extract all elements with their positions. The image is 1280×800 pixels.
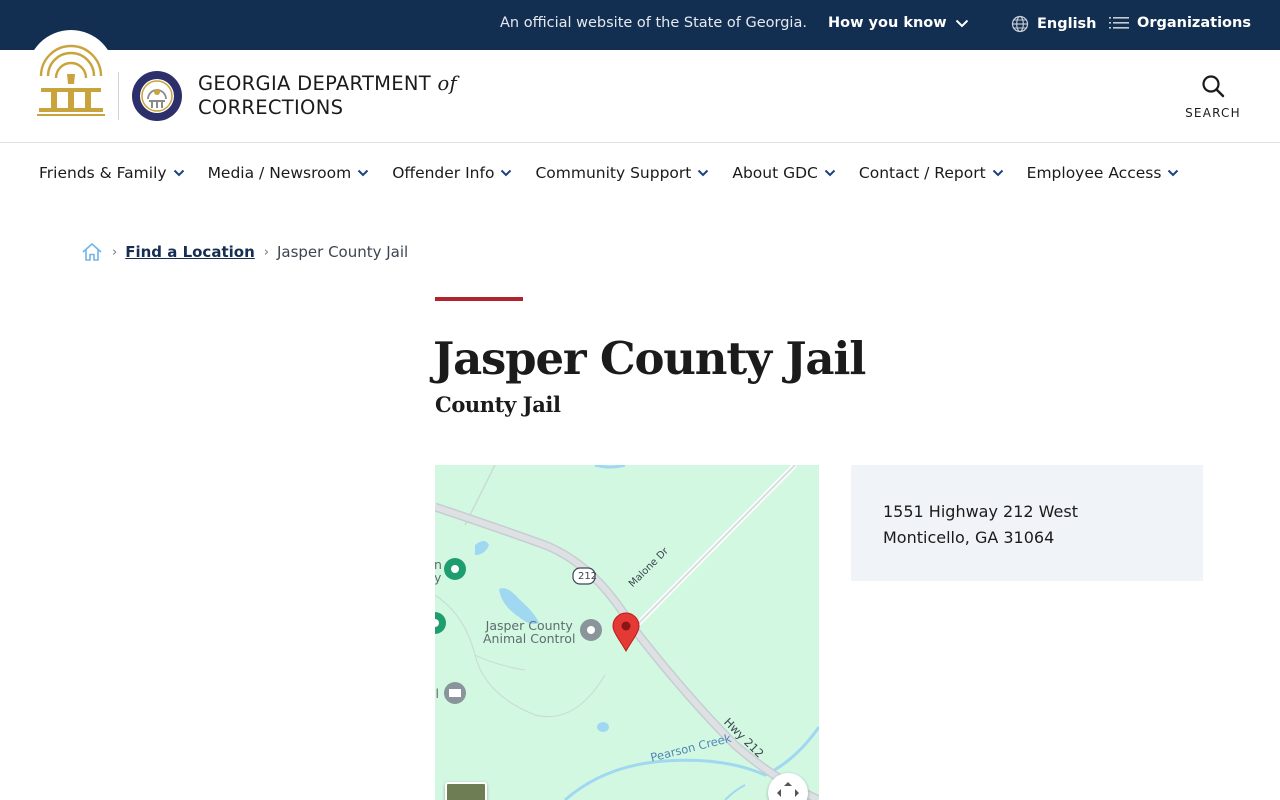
map-poi-label-line2: Animal Control: [483, 631, 576, 646]
address-line2: Monticello, GA 31064: [883, 528, 1055, 547]
chevron-down-icon: [1168, 169, 1179, 177]
map-poi-label: Jasper County Animal Control: [483, 619, 575, 645]
chevron-down-icon: [357, 169, 369, 177]
nav-label: Media / Newsroom: [207, 164, 352, 182]
chevron-down-icon: [824, 169, 836, 177]
how-you-know-button[interactable]: How you know: [828, 15, 969, 31]
nav-offender-info[interactable]: Offender Info: [392, 164, 512, 182]
official-site-text: An official website of the State of Geor…: [500, 15, 807, 31]
breadcrumb-separator-icon: ›: [112, 244, 118, 260]
language-button[interactable]: English: [1011, 15, 1097, 33]
department-name-line2: CORRECTIONS: [198, 96, 344, 119]
nav-label: Employee Access: [1026, 164, 1162, 182]
nav-label: About GDC: [732, 164, 818, 182]
department-name[interactable]: GEORGIA DEPARTMENT of CORRECTIONS: [198, 72, 457, 120]
nav-friends-family[interactable]: Friends & Family: [39, 164, 185, 182]
chevron-down-icon: [173, 169, 184, 177]
page-title: Jasper County Jail: [433, 332, 866, 385]
chevron-down-icon: [698, 169, 709, 177]
search-button[interactable]: SEARCH: [1183, 74, 1243, 120]
main-nav: Friends & Family Media / Newsroom Offend…: [39, 164, 1202, 182]
organizations-button[interactable]: Organizations: [1109, 15, 1251, 31]
breadcrumb-current: Jasper County Jail: [276, 243, 409, 261]
georgia-seal[interactable]: [27, 30, 115, 118]
chevron-down-icon: [955, 19, 968, 27]
nav-media-newsroom[interactable]: Media / Newsroom: [208, 164, 370, 182]
breadcrumb-separator-icon: ›: [263, 244, 269, 260]
map-road-212-label: 212: [578, 571, 598, 582]
fullscreen-icon: [777, 782, 799, 797]
language-label: English: [1037, 16, 1097, 32]
address-line1: 1551 Highway 212 West: [883, 502, 1078, 521]
organizations-label: Organizations: [1137, 15, 1251, 31]
nav-employee-access[interactable]: Employee Access: [1027, 164, 1180, 182]
chevron-down-icon: [992, 169, 1003, 177]
address-card: 1551 Highway 212 West Monticello, GA 310…: [851, 465, 1203, 581]
gdc-seal-icon[interactable]: [131, 70, 183, 122]
location-map[interactable]: 212 Malone Dr Hwy 212 Pearson Creek Jasp…: [435, 465, 819, 800]
map-edge-label-3: ll: [435, 686, 439, 701]
nav-label: Community Support: [535, 164, 692, 182]
nav-label: Offender Info: [392, 164, 495, 182]
nav-contact-report[interactable]: Contact / Report: [859, 164, 1004, 182]
search-icon: [1202, 75, 1225, 98]
nav-label: Contact / Report: [858, 164, 986, 182]
gov-banner: An official website of the State of Geor…: [0, 0, 1280, 50]
chevron-down-icon: [501, 169, 512, 177]
map-edge-label-2: y: [435, 570, 442, 585]
nav-label: Friends & Family: [39, 164, 167, 182]
home-icon[interactable]: [81, 242, 103, 262]
how-you-know-label: How you know: [828, 15, 947, 31]
department-name-line1: GEORGIA DEPARTMENT of: [198, 72, 458, 95]
globe-icon: [1011, 15, 1029, 33]
logo-divider: [118, 72, 119, 120]
page-subtitle: County Jail: [435, 392, 561, 417]
georgia-arch-seal-icon: [37, 44, 105, 116]
header-divider: [0, 142, 1280, 143]
title-accent-bar: [435, 297, 523, 301]
breadcrumb-find-location-link[interactable]: Find a Location: [125, 243, 255, 261]
map-fullscreen-button[interactable]: [768, 773, 808, 800]
map-satellite-toggle[interactable]: [445, 782, 487, 800]
nav-community-support[interactable]: Community Support: [535, 164, 709, 182]
breadcrumb: › Find a Location › Jasper County Jail: [81, 242, 408, 262]
nav-about-gdc[interactable]: About GDC: [732, 164, 836, 182]
list-icon: [1109, 17, 1129, 29]
search-label: SEARCH: [1185, 106, 1241, 120]
